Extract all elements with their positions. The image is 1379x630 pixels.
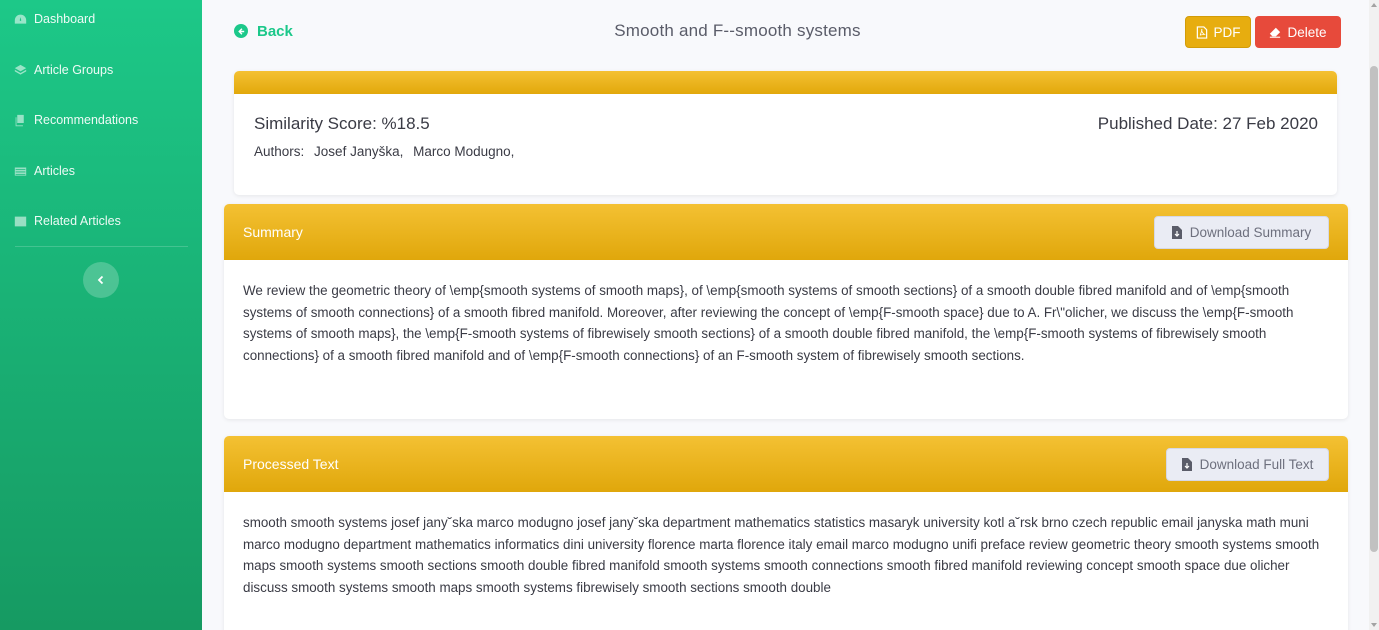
back-button[interactable]: Back bbox=[234, 21, 293, 41]
authors-label: Authors: bbox=[254, 144, 305, 159]
scroll-down-icon[interactable] bbox=[1371, 623, 1377, 627]
download-full-text-label: Download Full Text bbox=[1199, 457, 1314, 472]
file-pdf-icon bbox=[1196, 25, 1207, 39]
summary-card: Summary Download Summary We review the g… bbox=[224, 204, 1348, 419]
summary-header: Summary Download Summary bbox=[224, 204, 1348, 260]
sidebar-item-label: Recommendations bbox=[34, 113, 139, 127]
chevron-left-icon bbox=[97, 275, 104, 285]
layers-icon bbox=[14, 64, 27, 77]
pdf-button[interactable]: PDF bbox=[1185, 16, 1251, 48]
page-scrollbar[interactable] bbox=[1369, 0, 1379, 630]
authors-line: Authors: Josef Janyška, Marco Modugno, bbox=[254, 144, 520, 159]
processed-text-body: smooth smooth systems josef jany˘ska mar… bbox=[243, 515, 1320, 596]
similarity-score: Similarity Score: %18.5 bbox=[254, 114, 430, 133]
download-full-text-button[interactable]: Download Full Text bbox=[1166, 448, 1329, 481]
list-icon bbox=[14, 165, 27, 178]
sidebar-toggle-button[interactable] bbox=[83, 262, 119, 298]
sidebar-item-label: Article Groups bbox=[34, 63, 114, 77]
scroll-up-icon[interactable] bbox=[1371, 3, 1377, 7]
processed-text-title: Processed Text bbox=[243, 456, 339, 472]
card-header-band bbox=[234, 71, 1337, 94]
eraser-icon bbox=[1270, 27, 1281, 38]
article-info-card: Similarity Score: %18.5 Published Date: … bbox=[234, 71, 1337, 195]
download-summary-button[interactable]: Download Summary bbox=[1154, 216, 1329, 249]
sidebar-item-articles[interactable]: Articles bbox=[14, 160, 75, 182]
copy-icon bbox=[14, 114, 27, 127]
sidebar: Dashboard Article Groups Recommendations… bbox=[0, 0, 202, 630]
processed-text-card: Processed Text Download Full Text smooth… bbox=[224, 436, 1348, 630]
author-name: Marco Modugno, bbox=[413, 144, 515, 159]
scrollbar-thumb[interactable] bbox=[1370, 66, 1378, 552]
sidebar-item-article-groups[interactable]: Article Groups bbox=[14, 59, 113, 81]
pdf-label: PDF bbox=[1213, 24, 1241, 40]
dashboard-icon bbox=[14, 13, 27, 26]
processed-text-header: Processed Text Download Full Text bbox=[224, 436, 1348, 492]
sidebar-item-recommendations[interactable]: Recommendations bbox=[14, 109, 138, 131]
arrow-left-circle-icon bbox=[234, 24, 248, 38]
download-summary-label: Download Summary bbox=[1189, 225, 1312, 240]
delete-button[interactable]: Delete bbox=[1255, 16, 1341, 48]
page-title: Smooth and F--smooth systems bbox=[614, 21, 861, 40]
published-date: Published Date: 27 Feb 2020 bbox=[1097, 114, 1318, 133]
sidebar-item-label: Dashboard bbox=[34, 12, 96, 26]
summary-title: Summary bbox=[243, 224, 303, 240]
sidebar-item-related-articles[interactable]: Related Articles bbox=[14, 210, 121, 232]
file-download-icon bbox=[1181, 458, 1192, 471]
author-name: Josef Janyška, bbox=[314, 144, 404, 159]
back-label: Back bbox=[257, 22, 293, 40]
sidebar-divider bbox=[15, 246, 188, 247]
table-icon bbox=[14, 215, 27, 228]
sidebar-item-label: Articles bbox=[34, 164, 75, 178]
sidebar-item-label: Related Articles bbox=[34, 214, 121, 228]
delete-label: Delete bbox=[1287, 24, 1327, 40]
file-download-icon bbox=[1171, 226, 1182, 239]
sidebar-item-dashboard[interactable]: Dashboard bbox=[14, 8, 95, 30]
summary-text: We review the geometric theory of \emp{s… bbox=[243, 283, 1294, 364]
